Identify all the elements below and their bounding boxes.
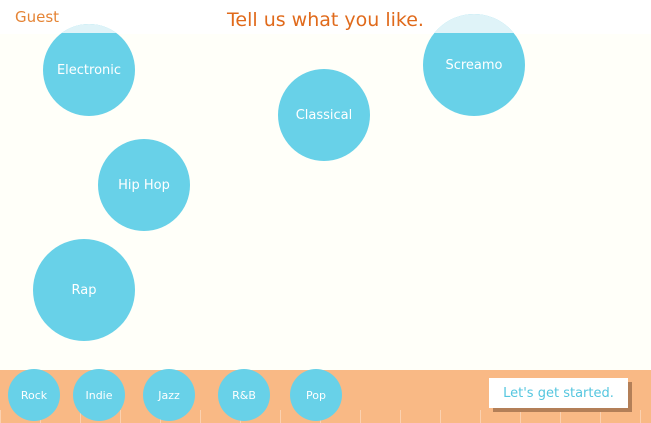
tray-bubble-rnb[interactable]: R&B [218,369,270,421]
genre-label: Screamo [445,57,503,73]
genre-label: R&B [232,388,256,402]
genre-bubble-classical[interactable]: Classical [278,69,370,161]
genre-bubble-rap[interactable]: Rap [33,239,135,341]
tray-bubble-pop[interactable]: Pop [290,369,342,421]
genre-label: Rock [20,388,48,402]
genre-bubble-hip-hop[interactable]: Hip Hop [98,139,190,231]
genre-bubble-electronic[interactable]: Electronic [43,24,135,116]
genre-label: Jazz [158,388,180,402]
genre-label: Rap [71,282,97,298]
genre-picker-screen: Guest Tell us what you like. Electronic … [0,0,651,423]
genre-label: Classical [295,107,353,123]
genre-label: Electronic [56,62,122,78]
genre-bubble-screamo[interactable]: Screamo [423,14,525,116]
genre-label: Indie [85,388,113,402]
get-started-button[interactable]: Let's get started. [489,378,628,408]
tray-bubble-rock[interactable]: Rock [8,369,60,421]
genre-label: Pop [306,388,326,402]
tray-bubble-jazz[interactable]: Jazz [143,369,195,421]
genre-label: Hip Hop [118,177,170,193]
tray-bubble-indie[interactable]: Indie [73,369,125,421]
